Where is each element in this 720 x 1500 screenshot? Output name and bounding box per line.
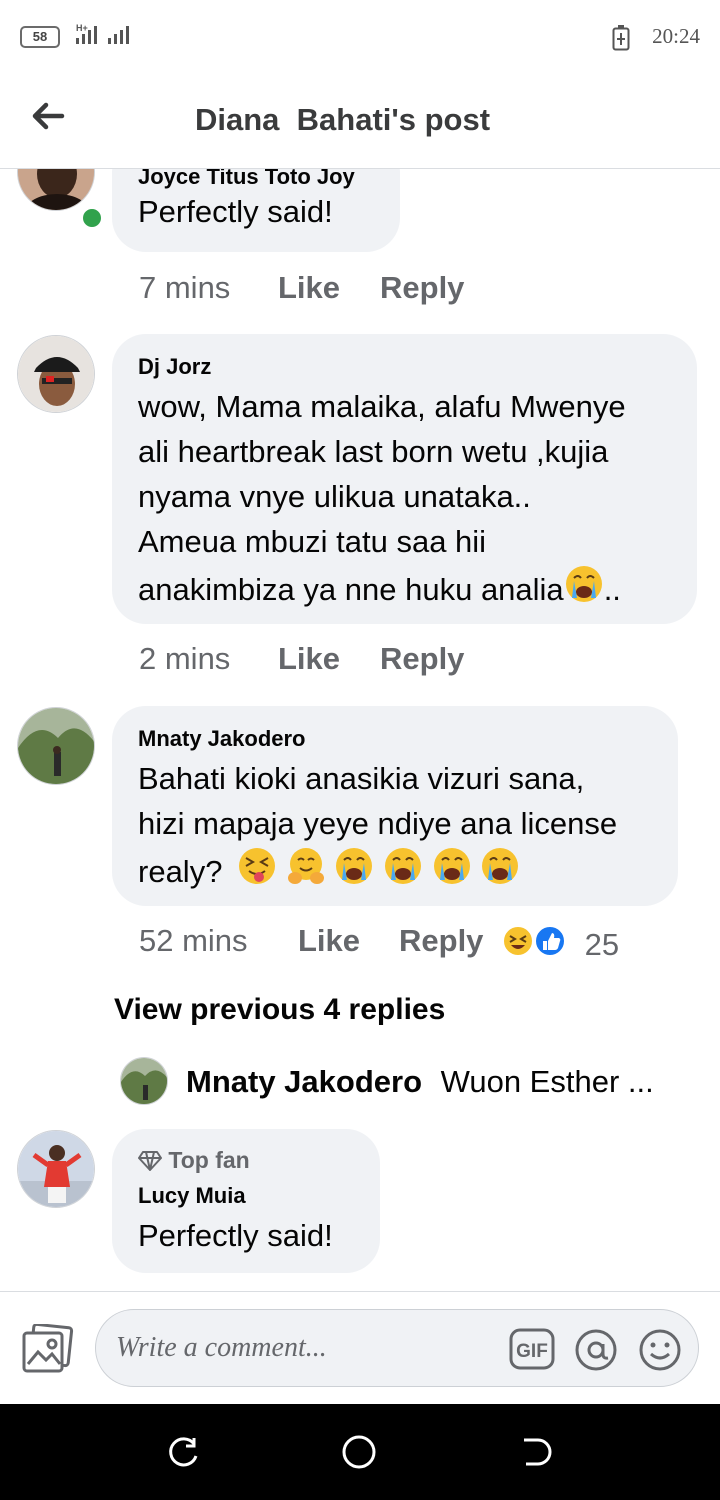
comment-text: Perfectly said! [138,194,333,229]
avatar[interactable] [17,1130,95,1208]
online-status-dot [80,206,104,230]
recent-apps-icon[interactable] [166,1434,202,1470]
post-header: Diana Bahati's post [0,72,720,169]
like-link[interactable]: Like [298,923,360,958]
page-title: Diana Bahati's post [195,102,491,137]
emoji-icon[interactable] [637,1328,683,1372]
comment-line: realy? [138,854,223,889]
comment-ellipsis: .. [603,572,621,607]
squinting-tongue-emoji-icon [239,848,276,884]
comment-bubble[interactable]: Mnaty Jakodero Bahati kioki anasikia viz… [112,706,678,906]
comment-line-last: realy? [138,846,520,894]
avatar[interactable] [17,335,95,413]
comment-composer: Write a comment... GIF [0,1291,720,1404]
comment-bubble[interactable]: Top fan Lucy Muia Perfectly said! [112,1129,380,1273]
clock: 20:24 [652,24,700,48]
like-link[interactable]: Like [278,270,340,305]
photo-icon[interactable] [20,1324,74,1374]
comment-text: Perfectly said! [138,1218,333,1253]
reaction-summary[interactable]: 25 [502,923,619,963]
comment-time: 52 mins [139,923,248,958]
gif-icon[interactable]: GIF [509,1328,555,1370]
view-previous-replies-link[interactable]: View previous 4 replies [114,993,445,1027]
comment-placeholder: Write a comment... [116,1332,327,1363]
system-nav-bar [0,1404,720,1500]
reply-link[interactable]: Reply [380,641,464,676]
avatar[interactable] [17,707,95,785]
reply-link[interactable]: Reply [399,923,483,958]
hugging-face-emoji-icon [287,848,324,884]
avatar[interactable] [120,1057,168,1105]
comment-time: 7 mins [139,270,231,305]
comment-line: Bahati kioki anasikia vizuri sana, [138,761,585,796]
crying-face-emoji-icon [336,848,373,884]
commenter-name[interactable]: Lucy Muia [138,1183,246,1209]
comment-line: nyama vnye ulikua unataka.. [138,479,531,514]
like-link[interactable]: Like [278,641,340,676]
comments-list[interactable]: Joyce Titus Toto Joy Perfectly said! 7 m… [0,169,720,1291]
comment-line: wow, Mama malaika, alafu Mwenye [138,389,626,424]
gif-label: GIF [516,1341,548,1362]
comment-bubble[interactable]: Dj Jorz wow, Mama malaika, alafu Mwenye … [112,334,697,624]
back-nav-icon[interactable] [518,1434,554,1470]
commenter-name[interactable]: Dj Jorz [138,354,211,380]
battery-charging-icon [612,25,630,51]
network-type: H+ [76,23,88,33]
reply-text: Wuon Esther ... [440,1064,654,1099]
crying-face-emoji-icon [565,566,602,602]
haha-like-reactions-icon [502,925,566,957]
comment-line: ali heartbreak last born wetu ,kujia [138,434,609,469]
status-bar: 58 H+ 20:24 [0,0,720,72]
commenter-name[interactable]: Joyce Titus Toto Joy [138,169,355,190]
crying-face-emoji-icon [482,848,519,884]
comment-line: Ameua mbuzi tatu saa hii [138,524,487,559]
avatar[interactable] [17,169,95,211]
comment-line-last: anakimbiza ya nne huku analia.. [138,564,621,612]
crying-face-emoji-icon [433,848,470,884]
commenter-name[interactable]: Mnaty Jakodero [138,726,306,752]
diamond-icon [138,1151,162,1171]
reply-link[interactable]: Reply [380,270,464,305]
crying-face-emoji-icon [384,848,421,884]
back-arrow-icon[interactable] [28,96,68,136]
comment-bubble[interactable]: Joyce Titus Toto Joy Perfectly said! [112,169,400,252]
comment-time: 2 mins [139,641,231,676]
notification-badge: 58 [20,26,60,48]
comment-line: anakimbiza ya nne huku analia [138,572,564,607]
reaction-count: 25 [584,927,620,962]
top-fan-badge: Top fan [138,1147,250,1174]
comment-input[interactable]: Write a comment... GIF [95,1309,699,1387]
reply-author[interactable]: Mnaty Jakodero [186,1064,422,1099]
cellular-signal-icon: H+ [76,23,129,44]
comment-line: hizi mapaja yeye ndiye ana license [138,806,618,841]
mention-icon[interactable] [573,1328,619,1372]
home-icon[interactable] [341,1434,377,1470]
top-fan-label: Top fan [168,1147,250,1173]
